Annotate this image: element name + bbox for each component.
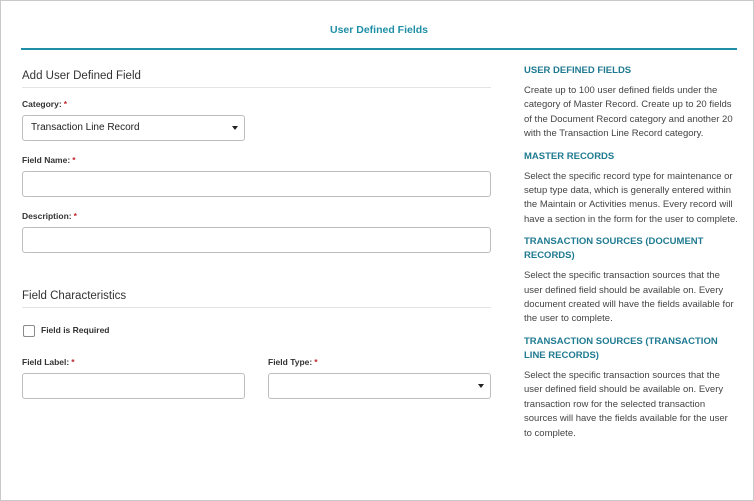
field-required-label: Field is Required <box>41 325 110 335</box>
help-heading-document-records: TRANSACTION SOURCES (DOCUMENT RECORDS) <box>524 236 704 262</box>
description-label: Description: * <box>22 211 77 221</box>
category-label: Category: * <box>22 99 67 109</box>
required-marker: * <box>71 357 75 367</box>
characteristics-section-title: Field Characteristics <box>22 290 491 308</box>
field-required-checkbox[interactable] <box>23 325 35 337</box>
required-marker: * <box>314 357 318 367</box>
help-panel: USER DEFINED FIELDS Create up to 100 use… <box>524 64 738 449</box>
field-label-label: Field Label: * <box>22 357 75 367</box>
field-name-input[interactable] <box>22 171 491 197</box>
user-defined-fields-panel: User Defined Fields Add User Defined Fie… <box>0 0 754 501</box>
chevron-down-icon <box>232 126 238 130</box>
help-heading-transaction-line-records: TRANSACTION SOURCES (TRANSACTION LINE RE… <box>524 335 718 361</box>
help-text-user-defined-fields: Create up to 100 user defined fields und… <box>524 85 733 140</box>
field-type-label: Field Type: * <box>268 357 318 367</box>
panel-header: User Defined Fields <box>21 1 737 50</box>
chevron-down-icon <box>478 384 484 388</box>
category-select[interactable]: Transaction Line Record <box>22 115 245 141</box>
field-type-select[interactable] <box>268 373 491 399</box>
help-heading-master-records: MASTER RECORDS <box>524 150 615 162</box>
description-input[interactable] <box>22 227 491 253</box>
required-marker: * <box>73 211 77 221</box>
field-name-label: Field Name: * <box>22 155 76 165</box>
help-text-document-records: Select the specific transaction sources … <box>524 270 734 325</box>
required-marker: * <box>63 99 67 109</box>
help-heading-user-defined-fields: USER DEFINED FIELDS <box>524 65 632 76</box>
required-marker: * <box>72 155 76 165</box>
page-title: User Defined Fields <box>329 24 429 36</box>
help-text-master-records: Select the specific record type for main… <box>524 170 738 225</box>
category-selected-value: Transaction Line Record <box>31 122 140 133</box>
field-label-input[interactable] <box>22 373 245 399</box>
help-text-transaction-line-records: Select the specific transaction sources … <box>524 369 728 439</box>
add-section-title: Add User Defined Field <box>22 70 491 88</box>
